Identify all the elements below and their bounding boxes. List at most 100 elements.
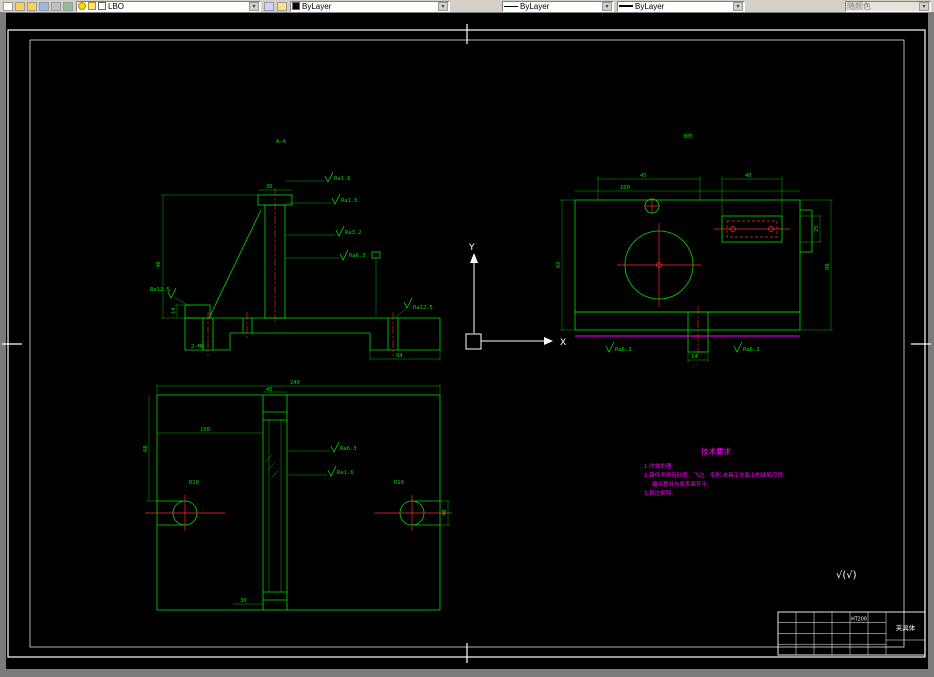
layer-freeze-icon: [88, 2, 96, 10]
dim-label: 45: [266, 387, 273, 393]
ucs-origin-box: [465, 333, 482, 350]
rib-edge: [208, 209, 262, 319]
color-value: ByLayer: [302, 1, 332, 11]
side-view: B向 45 40 100 25 80 65 14 Ra6.3 Ra6.3: [556, 132, 833, 362]
cad-canvas[interactable]: A—A Ra1.6 Ra1.6 Ra3.2 Ra6.3 Ra12.5 Ra12.…: [0, 13, 934, 677]
linetype-sample-icon: [504, 5, 518, 7]
layers-icon[interactable]: [63, 1, 73, 11]
layer-properties-icon[interactable]: [264, 1, 274, 11]
roughness-label: Ra1.6: [341, 198, 358, 204]
layer-name: LBO: [108, 1, 125, 11]
ucs-y-arrow-icon: [470, 253, 478, 263]
title-block: HT200 夹具体: [777, 611, 926, 656]
window-frame-bottom: [0, 669, 934, 677]
dim-label: 240: [290, 380, 300, 386]
tech-title: 技术要求: [701, 446, 731, 456]
dim-label: 80: [825, 263, 831, 270]
dim-label: 45: [640, 173, 647, 179]
tech-line: 3.锐边倒钝。: [644, 489, 677, 497]
window-frame-left: [0, 13, 6, 677]
new-icon[interactable]: [3, 1, 13, 11]
ucs-x-label: X: [560, 338, 566, 348]
thread-label: 2-M8: [191, 344, 204, 350]
dim-label: 30: [240, 598, 247, 604]
part-name: 夹具体: [896, 623, 916, 632]
folder-icon[interactable]: [27, 1, 37, 11]
tech-requirements: 技术要求 1.时效处理; 2.铸件不得有砂眼、飞边、毛刺,夹具工作面上的缺陷应修…: [644, 446, 783, 497]
base-outline: [574, 311, 801, 331]
roughness-icon: [605, 341, 615, 353]
roughness-label: Ra3.2: [345, 230, 362, 236]
dim-label: 14: [171, 307, 177, 314]
base-section: [184, 317, 441, 351]
tech-line: 2.铸件不得有砂眼、飞边、毛刺,夹具工作面上的缺陷应修: [644, 471, 783, 479]
drawing-area: A—A Ra1.6 Ra1.6 Ra3.2 Ra6.3 Ra12.5 Ra12.…: [0, 13, 934, 677]
chevron-down-icon[interactable]: ▾: [919, 1, 929, 11]
radius-label: R10: [394, 480, 404, 486]
dim-label: 68: [143, 445, 149, 452]
material-label: HT200: [851, 617, 867, 623]
color-combo[interactable]: ByLayer ▾: [290, 0, 450, 12]
layer-on-icon: [78, 2, 86, 10]
layer-combo[interactable]: LBO ▾: [76, 0, 261, 12]
dim-label: 65: [556, 261, 562, 268]
save-icon[interactable]: [39, 1, 49, 11]
dim-label: 100: [200, 427, 210, 433]
ucs-y-label: Y: [468, 243, 475, 253]
chevron-down-icon[interactable]: ▾: [602, 1, 612, 11]
dim-label: 40: [156, 261, 162, 268]
layer-color-chip: [98, 2, 106, 10]
tech-line: 1.时效处理;: [644, 462, 673, 470]
front-view: A—A Ra1.6 Ra1.6 Ra3.2 Ra6.3 Ra12.5 Ra12.…: [150, 139, 441, 361]
roughness-icon: [403, 297, 413, 309]
color-chip-icon: [292, 2, 300, 10]
tech-line: 磨平整并与原表面齐平;: [652, 480, 709, 488]
roughness-label: Ra12.5: [413, 305, 433, 311]
lineweight-combo[interactable]: ByLayer ▾: [617, 0, 745, 12]
left-boss-section: [184, 304, 211, 319]
body-outline: [574, 199, 801, 313]
roughness-label: Ra12.5: [150, 287, 170, 293]
window-frame-right: [928, 13, 934, 677]
ucs-x-arrow-icon: [544, 337, 553, 345]
linetype-combo[interactable]: ByLayer ▾: [502, 0, 614, 12]
radius-label: R10: [189, 480, 199, 486]
toolbar: LBO ▾ ByLayer ▾ ByLayer ▾ ByLayer ▾ 随颜色 …: [0, 0, 934, 13]
roughness-label: Ra6.3: [615, 347, 632, 353]
linetype-value: ByLayer: [520, 1, 550, 11]
roughness-icon: [331, 193, 341, 205]
roughness-icon: [327, 465, 337, 477]
dim-label: 40: [442, 509, 448, 516]
plotstyle-combo[interactable]: 随颜色 ▾: [845, 0, 931, 12]
roughness-label: Ra6.3: [349, 253, 366, 259]
roughness-label: Ra6.3: [743, 347, 760, 353]
roughness-icon: [339, 249, 349, 261]
dim-label: 25: [814, 225, 820, 232]
dim-label: 30: [266, 184, 273, 190]
datum-flag: [371, 251, 381, 259]
chevron-down-icon[interactable]: ▾: [733, 1, 743, 11]
roughness-icon: [335, 225, 345, 237]
plan-view: 240 45 100 68 40 30 R10 R10 Ra6.3 Ra1.6: [143, 380, 452, 611]
plotstyle-value: 随颜色: [847, 1, 871, 11]
roughness-label: Ra6.3: [340, 446, 357, 452]
dim-label: 40: [745, 173, 752, 179]
chevron-down-icon[interactable]: ▾: [438, 1, 448, 11]
chevron-down-icon[interactable]: ▾: [249, 1, 259, 11]
roughness-icon: [733, 341, 743, 353]
roughness-label: Ra1.6: [337, 470, 354, 476]
standard-toolbar-icons: [3, 1, 73, 11]
view-label: B向: [684, 132, 693, 140]
roughness-icon: [324, 171, 334, 183]
print-icon[interactable]: [51, 1, 61, 11]
ucs-icon: Y X: [465, 243, 566, 350]
dim-label: 14: [691, 354, 698, 360]
make-layer-current-icon[interactable]: [277, 1, 287, 11]
roughness-label: Ra1.6: [334, 176, 351, 182]
lineweight-value: ByLayer: [635, 1, 665, 11]
roughness-icon: [330, 441, 340, 453]
open-icon[interactable]: [15, 1, 25, 11]
dim-label: 100: [620, 185, 630, 191]
section-label: A—A: [276, 139, 287, 145]
rest-roughness-mark: √(√): [836, 570, 857, 581]
